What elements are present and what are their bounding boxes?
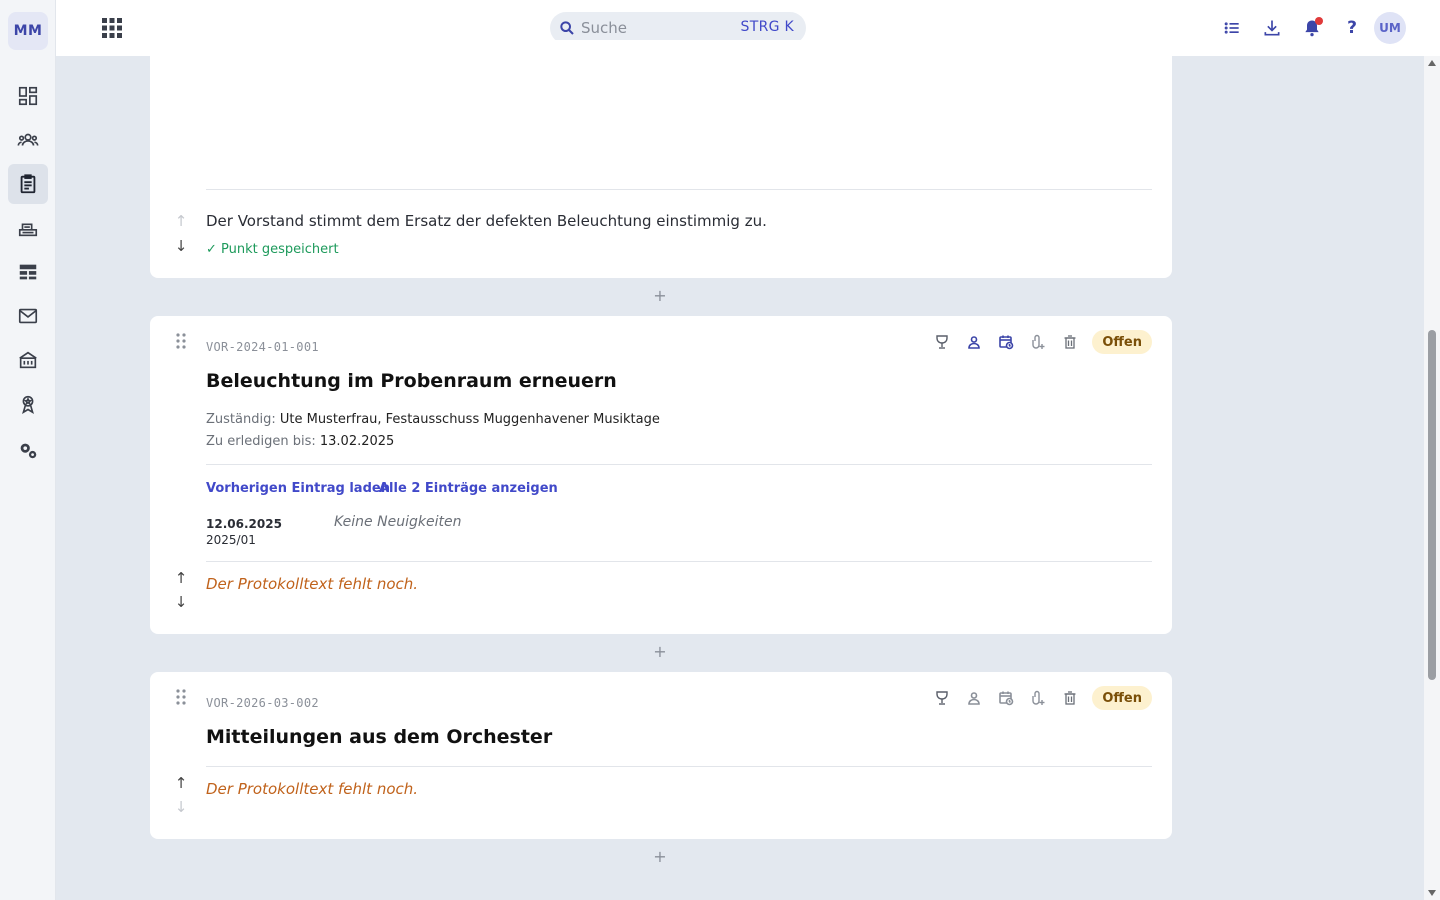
move-up-arrow[interactable]: ↑ [174, 774, 188, 792]
user-avatar[interactable]: UM [1374, 12, 1406, 44]
download-button[interactable] [1260, 16, 1284, 40]
move-up-arrow[interactable]: ↑ [174, 569, 188, 587]
table-icon [19, 264, 37, 280]
search-input[interactable] [581, 17, 721, 39]
delete-button[interactable] [1054, 330, 1086, 354]
protocol-missing-text[interactable]: Der Protokolltext fehlt noch. [206, 780, 418, 798]
item-actions: Offen [926, 330, 1152, 354]
entry-date: 12.06.2025 [206, 517, 282, 531]
due-date-button[interactable] [990, 330, 1022, 354]
protocol-text[interactable]: Der Vorstand stimmt dem Ersatz der defek… [206, 212, 767, 230]
trash-icon [1064, 335, 1076, 349]
search-icon [560, 21, 574, 35]
download-icon [1264, 20, 1280, 36]
decision-button[interactable] [926, 686, 958, 710]
load-previous-link[interactable]: Vorherigen Eintrag laden [206, 481, 390, 496]
scroll-up-arrow[interactable] [1428, 60, 1436, 66]
attachment-icon [1032, 690, 1045, 705]
drag-handle-icon[interactable] [174, 688, 188, 706]
protocol-missing-text[interactable]: Der Protokolltext fehlt noch. [206, 575, 418, 593]
search-shortcut: STRG K [740, 19, 794, 35]
status-badge[interactable]: Offen [1092, 330, 1152, 354]
assign-person-button[interactable] [958, 330, 990, 354]
award-nav[interactable] [8, 384, 48, 424]
calendar-clock-icon [999, 335, 1014, 350]
building-nav[interactable] [8, 340, 48, 380]
due-date-button[interactable] [990, 686, 1022, 710]
settings-nav[interactable] [8, 430, 48, 470]
protocol-icon [20, 174, 36, 194]
apps-grid-icon[interactable] [100, 16, 124, 40]
delete-button[interactable] [1054, 686, 1086, 710]
add-item-button[interactable]: + [650, 642, 670, 662]
notifications-button[interactable] [1300, 16, 1324, 40]
entry-reference: 2025/01 [206, 533, 256, 547]
table-nav[interactable] [8, 252, 48, 292]
due-label: Zu erledigen bis: [206, 434, 316, 449]
sidebar: MM [0, 0, 56, 900]
help-icon[interactable]: ? [1340, 16, 1364, 40]
divider [206, 464, 1152, 465]
person-icon [968, 692, 981, 705]
calendar-clock-icon [999, 691, 1014, 706]
saved-status: ✓ Punkt gespeichert [206, 242, 339, 257]
list-button[interactable] [1220, 16, 1244, 40]
decision-button[interactable] [926, 330, 958, 354]
inventory-icon [18, 223, 38, 237]
agenda-card: VOR-2026-03-002 Mitteilungen aus dem Orc… [150, 672, 1172, 839]
add-item-button[interactable]: + [650, 847, 670, 867]
agenda-card: VOR-2024-01-001 Beleuchtung im Probenrau… [150, 316, 1172, 634]
trophy-icon [936, 335, 949, 349]
item-title[interactable]: Beleuchtung im Probenraum erneuern [206, 370, 617, 392]
notification-dot [1315, 17, 1323, 25]
move-down-arrow[interactable]: ↓ [174, 237, 188, 255]
mail-icon [18, 308, 38, 324]
due-line: Zu erledigen bis: 13.02.2025 [206, 434, 394, 449]
award-icon [22, 395, 34, 415]
attachment-icon [1032, 334, 1045, 349]
entry-text: Keine Neuigkeiten [334, 514, 462, 530]
item-actions: Offen [926, 686, 1152, 710]
divider [206, 766, 1152, 767]
scroll-thumb[interactable] [1428, 330, 1436, 680]
item-code: VOR-2024-01-001 [206, 340, 319, 354]
scrollbar[interactable] [1424, 56, 1440, 900]
settings-icon [20, 443, 37, 459]
show-all-entries-link[interactable]: Alle 2 Einträge anzeigen [379, 481, 558, 496]
person-icon [968, 336, 981, 349]
scroll-down-arrow[interactable] [1428, 890, 1436, 896]
due-value: 13.02.2025 [319, 434, 395, 449]
move-down-arrow[interactable]: ↓ [174, 593, 188, 611]
item-title[interactable]: Mitteilungen aus dem Orchester [206, 726, 552, 748]
members-icon [17, 133, 39, 146]
add-item-button[interactable]: + [650, 286, 670, 306]
divider [206, 189, 1152, 190]
move-up-arrow[interactable]: ↑ [174, 212, 188, 230]
dashboard-nav[interactable] [8, 76, 48, 116]
trophy-icon [936, 691, 949, 705]
item-code: VOR-2026-03-002 [206, 696, 319, 710]
move-down-arrow[interactable]: ↓ [174, 798, 188, 816]
divider [206, 561, 1152, 562]
assign-person-button[interactable] [958, 686, 990, 710]
status-badge[interactable]: Offen [1092, 686, 1152, 710]
attachment-button[interactable] [1022, 686, 1054, 710]
inventory-nav[interactable] [8, 208, 48, 248]
list-icon [1224, 22, 1239, 34]
app-logo[interactable]: MM [8, 12, 48, 50]
protocol-nav[interactable] [8, 164, 48, 204]
responsible-value: Ute Musterfrau, Festausschuss Muggenhave… [279, 412, 660, 427]
building-icon [19, 351, 37, 369]
drag-handle-icon[interactable] [174, 332, 188, 350]
agenda-card-previous: ↑ ↓ Der Vorstand stimmt dem Ersatz der d… [150, 40, 1172, 278]
responsible-label: Zuständig: [206, 412, 276, 427]
members-nav[interactable] [8, 120, 48, 160]
dashboard-icon [18, 86, 38, 106]
mail-nav[interactable] [8, 296, 48, 336]
trash-icon [1064, 691, 1076, 705]
responsible-line: Zuständig: Ute Musterfrau, Festausschuss… [206, 412, 660, 427]
attachment-button[interactable] [1022, 330, 1054, 354]
